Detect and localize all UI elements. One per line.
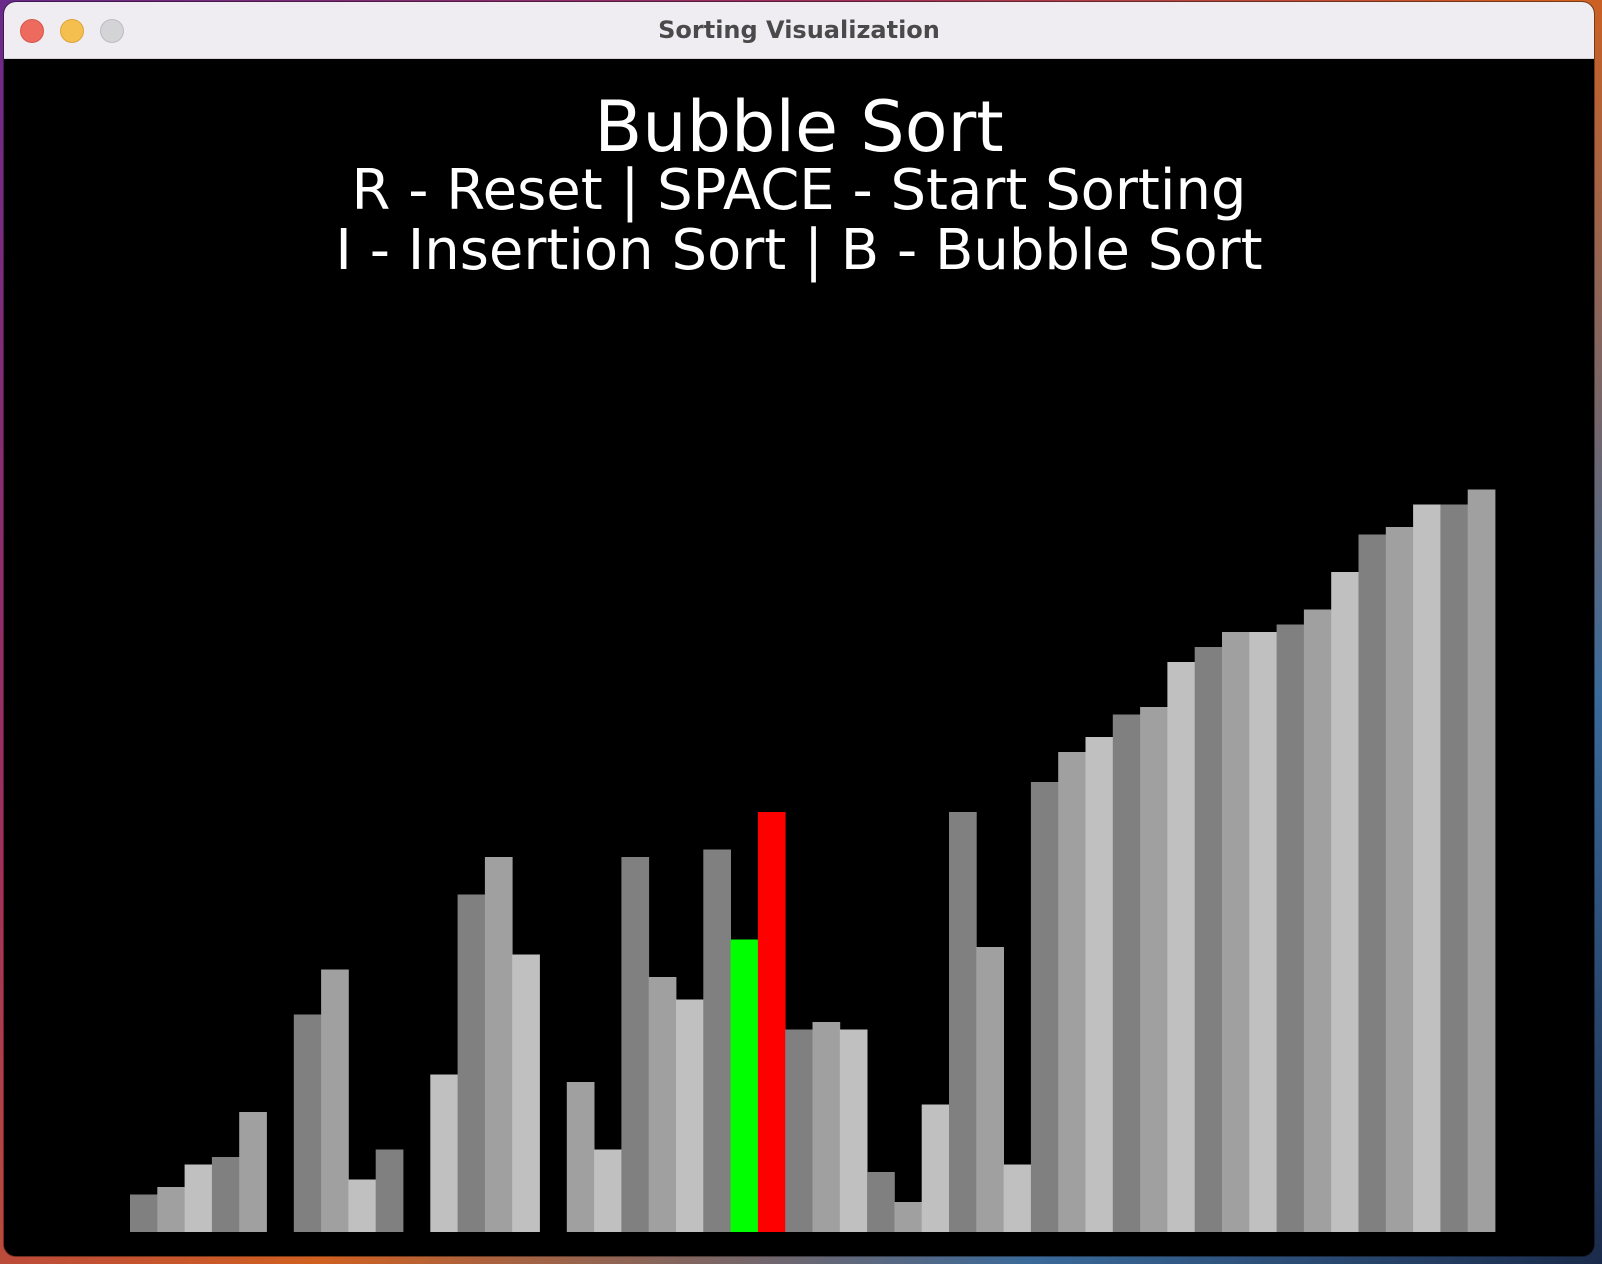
bar-4 bbox=[239, 1112, 267, 1232]
bar-29 bbox=[921, 1104, 950, 1232]
bar-chart bbox=[130, 489, 1496, 1232]
bar-27 bbox=[867, 1172, 895, 1232]
window-title: Sorting Visualization bbox=[658, 16, 940, 44]
bar-49 bbox=[1467, 489, 1496, 1232]
bar-16 bbox=[566, 1082, 595, 1232]
bar-45 bbox=[1358, 534, 1387, 1232]
bar-42 bbox=[1276, 624, 1305, 1232]
bar-41 bbox=[1249, 632, 1277, 1232]
bar-7 bbox=[321, 969, 349, 1232]
bar-11 bbox=[430, 1074, 458, 1232]
bar-13 bbox=[484, 857, 513, 1232]
bar-1 bbox=[157, 1187, 185, 1232]
bar-43 bbox=[1303, 609, 1332, 1232]
bar-14 bbox=[512, 954, 540, 1232]
bar-47 bbox=[1413, 504, 1441, 1232]
bar-6 bbox=[293, 1014, 322, 1232]
visualization-canvas[interactable]: Bubble Sort R - Reset | SPACE - Start So… bbox=[4, 59, 1594, 1256]
bar-26 bbox=[839, 1029, 868, 1232]
bar-0 bbox=[130, 1194, 158, 1232]
bar-44 bbox=[1331, 572, 1359, 1232]
bar-30 bbox=[949, 812, 977, 1232]
bar-34 bbox=[1058, 752, 1086, 1232]
bar-24 bbox=[785, 1029, 813, 1232]
bar-38 bbox=[1167, 662, 1196, 1232]
bar-37 bbox=[1140, 707, 1168, 1232]
bar-33 bbox=[1030, 782, 1059, 1232]
bar-19 bbox=[648, 977, 677, 1232]
bar-36 bbox=[1112, 714, 1141, 1232]
bar-17 bbox=[594, 1149, 622, 1232]
bar-20 bbox=[676, 999, 704, 1232]
bar-48 bbox=[1440, 504, 1469, 1232]
title-bar[interactable]: Sorting Visualization bbox=[4, 2, 1594, 59]
bar-2 bbox=[184, 1164, 213, 1232]
bar-46 bbox=[1385, 527, 1414, 1232]
bar-12 bbox=[457, 894, 486, 1232]
bar-31 bbox=[976, 947, 1004, 1232]
bar-22 bbox=[730, 939, 759, 1232]
bar-18 bbox=[621, 857, 650, 1232]
bar-25 bbox=[812, 1022, 841, 1232]
bar-3 bbox=[211, 1157, 240, 1232]
bar-32 bbox=[1003, 1164, 1032, 1232]
bar-28 bbox=[894, 1202, 923, 1232]
app-window: Sorting Visualization Bubble Sort R - Re… bbox=[4, 2, 1594, 1256]
bar-9 bbox=[375, 1149, 404, 1232]
bar-35 bbox=[1085, 737, 1114, 1232]
bar-21 bbox=[703, 849, 731, 1232]
bar-39 bbox=[1194, 647, 1223, 1232]
bar-40 bbox=[1222, 632, 1250, 1232]
bar-8 bbox=[348, 1179, 377, 1232]
bar-23 bbox=[757, 812, 786, 1232]
